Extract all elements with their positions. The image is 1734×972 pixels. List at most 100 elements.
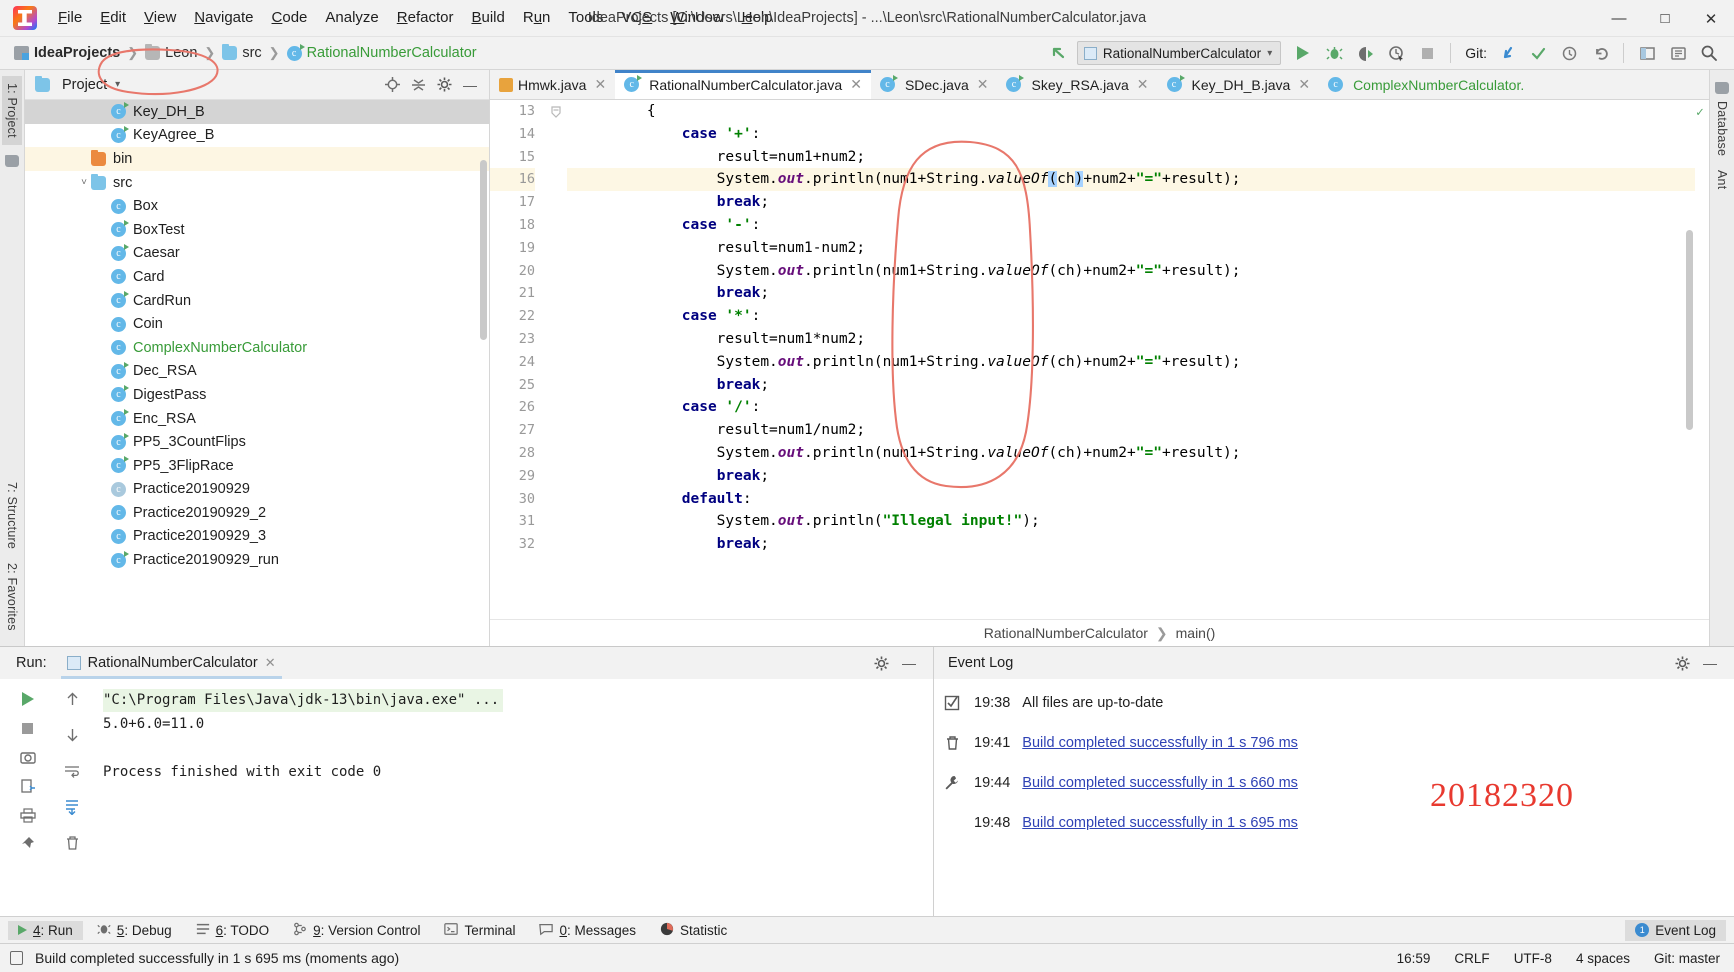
rerun-icon[interactable] — [15, 687, 41, 711]
tool-window-terminal[interactable]: Terminal — [434, 920, 525, 941]
tool-window-todo[interactable]: 6: TODO — [186, 920, 280, 941]
tree-item-caesar[interactable]: c Caesar — [25, 242, 489, 266]
tool-window-statistic[interactable]: Statistic — [650, 920, 737, 941]
run-with-coverage-button[interactable] — [1352, 41, 1378, 65]
run-button[interactable] — [1290, 41, 1316, 65]
editor-tab-complexnumbercalculator-[interactable]: c ComplexNumberCalculator. — [1319, 70, 1533, 99]
close-button[interactable]: ✕ — [1688, 0, 1734, 37]
code-line[interactable]: result=num1*num2; — [577, 328, 1695, 351]
sidebar-item-database[interactable]: Database — [1712, 94, 1732, 163]
menu-file[interactable]: File — [49, 5, 91, 31]
tree-item-digestpass[interactable]: c DigestPass — [25, 383, 489, 407]
code-line[interactable]: result=num1-num2; — [577, 237, 1695, 260]
lock-icon[interactable] — [10, 951, 23, 965]
tree-item-practice20190929[interactable]: c Practice20190929 — [25, 478, 489, 502]
close-icon[interactable]: ✕ — [594, 76, 606, 93]
locate-icon[interactable] — [380, 73, 404, 97]
tree-item-key_dh_b[interactable]: c Key_DH_B — [25, 100, 489, 124]
project-tree-scrollbar[interactable] — [480, 160, 487, 340]
status-encoding[interactable]: UTF-8 — [1514, 951, 1552, 966]
menu-view[interactable]: View — [135, 5, 185, 31]
menu-run[interactable]: Run — [514, 5, 560, 31]
search-icon[interactable] — [1696, 41, 1722, 65]
tool-window-run[interactable]: 4: Run — [8, 920, 83, 940]
event-log-message[interactable]: Build completed successfully in 1 s 660 … — [1022, 775, 1298, 791]
code-line[interactable]: result=num1+num2; — [577, 146, 1695, 169]
commit-icon[interactable] — [1525, 41, 1551, 65]
breadcrumb-item-ideaprojects[interactable]: IdeaProjects ❯ — [14, 45, 145, 61]
tree-item-practice20190929_3[interactable]: c Practice20190929_3 — [25, 525, 489, 549]
breadcrumb-method[interactable]: main() — [1176, 625, 1216, 641]
back-arrow-icon[interactable] — [1046, 41, 1072, 65]
profiler-button[interactable] — [1383, 41, 1409, 65]
tree-item-pp5_3fliprace[interactable]: c PP5_3FlipRace — [25, 454, 489, 478]
inspection-marker-gutter[interactable]: ✓ — [1695, 100, 1709, 619]
tool-window-messages[interactable]: 0: Messages — [529, 920, 646, 941]
sidebar-item-structure-tab[interactable]: 7: Structure — [2, 475, 22, 556]
gear-icon[interactable] — [432, 73, 456, 97]
tree-item-pp5_3countflips[interactable]: c PP5_3CountFlips — [25, 430, 489, 454]
close-icon[interactable]: ✕ — [1298, 76, 1310, 93]
maximize-button[interactable]: □ — [1642, 0, 1688, 37]
breadcrumb-item-class[interactable]: c RationalNumberCalculator — [286, 43, 477, 61]
menu-tools[interactable]: Tools — [559, 5, 612, 31]
tree-item-cardrun[interactable]: c CardRun — [25, 289, 489, 313]
scroll-to-end-icon[interactable] — [59, 795, 85, 819]
code-editor[interactable]: 13 14 15 16 17 18 19 20 21 22 23 24 25 26 27 28 29 30 31 32… — [490, 100, 1709, 619]
close-icon[interactable]: ✕ — [1137, 76, 1149, 93]
close-icon[interactable]: ✕ — [265, 655, 276, 671]
menu-analyze[interactable]: Analyze — [316, 5, 387, 31]
breadcrumb-item-leon[interactable]: Leon ❯ — [145, 44, 222, 61]
project-tree[interactable]: c Key_DH_B c KeyAgree_B bin ˅ src c Box c BoxTest c… — [25, 100, 489, 646]
code-line[interactable]: result=num1/num2; — [577, 419, 1695, 442]
menu-help[interactable]: Help — [733, 5, 782, 31]
tree-item-coin[interactable]: c Coin — [25, 312, 489, 336]
editor-scrollbar[interactable] — [1686, 230, 1693, 430]
layout-icon[interactable] — [1634, 41, 1660, 65]
collapse-all-icon[interactable] — [406, 73, 430, 97]
console-output[interactable]: "C:\Program Files\Java\jdk-13\bin\java.e… — [89, 679, 933, 916]
export-icon[interactable] — [15, 774, 41, 798]
close-icon[interactable]: ✕ — [850, 76, 862, 93]
code-line[interactable]: break; — [577, 533, 1695, 556]
down-icon[interactable] — [59, 723, 85, 747]
code-line[interactable]: break; — [577, 282, 1695, 305]
menu-refactor[interactable]: Refactor — [388, 5, 463, 31]
undo-icon[interactable] — [1587, 41, 1613, 65]
editor-tab-sdec-java[interactable]: c SDec.java ✕ — [871, 70, 998, 99]
sidebar-item-project-tab[interactable]: 1: Project — [2, 76, 22, 145]
stop-icon[interactable] — [15, 716, 41, 740]
settings-wrench-icon[interactable] — [939, 771, 965, 795]
fold-gutter[interactable] — [545, 100, 567, 619]
tree-item-practice20190929_run[interactable]: c Practice20190929_run — [25, 548, 489, 572]
tool-window-debug[interactable]: 5: Debug — [87, 920, 182, 941]
editor-tab-skey_rsa-java[interactable]: c Skey_RSA.java ✕ — [997, 70, 1157, 99]
event-log-message[interactable]: Build completed successfully in 1 s 695 … — [1022, 815, 1298, 831]
menu-navigate[interactable]: Navigate — [185, 5, 262, 31]
sidebar-item-favorites-tab[interactable]: 2: Favorites — [2, 556, 22, 638]
code-line[interactable]: System.out.println(num1+String.valueOf(c… — [577, 351, 1695, 374]
tree-item-src[interactable]: ˅ src — [25, 171, 489, 195]
tree-item-boxtest[interactable]: c BoxTest — [25, 218, 489, 242]
run-tab-rationalnumbercalculator[interactable]: RationalNumberCalculator ✕ — [60, 647, 282, 679]
gear-icon[interactable] — [869, 651, 893, 675]
event-log-entries[interactable]: 19:38 All files are up-to-date 19:41 Build … — [970, 679, 1734, 916]
code-text[interactable]: { case '+': result=num1+num2; System.out… — [567, 100, 1695, 619]
up-icon[interactable] — [59, 687, 85, 711]
run-configuration-selector[interactable]: RationalNumberCalculator ▾ — [1076, 41, 1282, 65]
menu-window[interactable]: Window — [661, 5, 732, 31]
tool-window-version-control[interactable]: 9: Version Control — [283, 920, 430, 941]
chevron-down-icon[interactable]: ˅ — [77, 177, 91, 188]
code-line[interactable]: System.out.println("Illegal input!"); — [577, 510, 1695, 533]
code-line[interactable]: default: — [577, 488, 1695, 511]
status-line-ending[interactable]: CRLF — [1454, 951, 1489, 966]
editor-tab-hmwk-java[interactable]: Hmwk.java ✕ — [490, 70, 615, 99]
tree-item-dec_rsa[interactable]: c Dec_RSA — [25, 360, 489, 384]
sidebar-item-ant[interactable]: Ant — [1712, 163, 1732, 196]
update-project-icon[interactable] — [1494, 41, 1520, 65]
mark-read-icon[interactable] — [939, 691, 965, 715]
pin-icon[interactable] — [15, 832, 41, 856]
close-icon[interactable]: ✕ — [977, 76, 989, 93]
code-line[interactable]: break; — [577, 191, 1695, 214]
editor-tab-key_dh_b-java[interactable]: c Key_DH_B.java ✕ — [1158, 70, 1320, 99]
